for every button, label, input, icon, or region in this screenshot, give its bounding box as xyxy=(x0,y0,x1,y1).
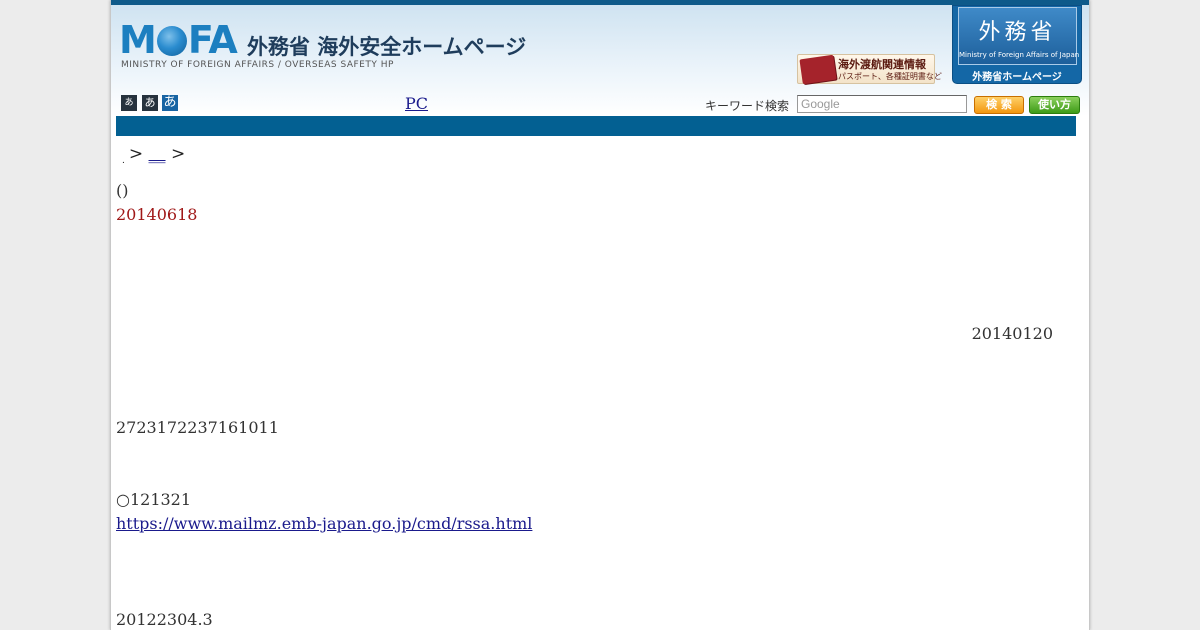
mail-registration-link[interactable]: https://www.mailmz.emb-japan.go.jp/cmd/r… xyxy=(116,514,532,533)
content-number: 2723172237161011 xyxy=(116,418,279,437)
content-circle-line: ○121321 xyxy=(116,490,192,509)
page: M FA 外務省 海外安全ホームページ MINISTRY OF FOREIGN A… xyxy=(110,0,1090,630)
passport-banner-subtitle: パスポート、各種証明書など xyxy=(838,72,942,81)
font-size-small-button[interactable]: あ xyxy=(121,95,137,111)
mofa-badge-emblem: 外務省 Ministry of Foreign Affairs of Japan xyxy=(958,7,1080,65)
breadcrumb-separator: > xyxy=(128,144,144,164)
font-size-medium-button[interactable]: あ xyxy=(142,95,158,111)
passport-info-banner[interactable]: 海外渡航関連情報 パスポート、各種証明書など xyxy=(797,54,942,85)
mofa-badge-caption: 外務省ホームページ xyxy=(972,72,1062,83)
breadcrumb-home-link[interactable]: . xyxy=(122,156,125,166)
content-date-right: 20140120 xyxy=(971,324,1053,343)
breadcrumb-link[interactable]: __ xyxy=(149,144,166,164)
logo-subtitle: MINISTRY OF FOREIGN AFFAIRS / OVERSEAS S… xyxy=(121,60,394,70)
content-paren: () xyxy=(116,181,129,200)
logo-mark-right: FA xyxy=(187,18,238,62)
search-help-button[interactable]: 使い方 xyxy=(1029,96,1080,114)
breadcrumb-separator: > xyxy=(170,144,186,164)
breadcrumb: . > __ > xyxy=(116,144,185,166)
keyword-search-label: キーワード検索 xyxy=(705,99,790,113)
site-logo[interactable]: M FA 外務省 海外安全ホームページ MINISTRY OF FOREIGN A… xyxy=(119,18,526,70)
logo-mark-left: M xyxy=(119,18,157,62)
mofa-badge-kanji: 外務省 xyxy=(978,20,1057,45)
mofa-logo-mark: M FA xyxy=(119,18,238,62)
mofa-badge-english: Ministry of Foreign Affairs of Japan xyxy=(959,51,1080,59)
pc-version-link[interactable]: PC xyxy=(405,94,428,113)
nav-bar xyxy=(116,116,1076,136)
search-button[interactable]: 検 索 xyxy=(974,96,1024,114)
passport-icon xyxy=(799,54,837,85)
logo-title: 外務省 海外安全ホームページ xyxy=(247,35,527,59)
site-header: M FA 外務省 海外安全ホームページ MINISTRY OF FOREIGN A… xyxy=(111,5,1089,116)
content-date: 20140618 xyxy=(116,205,198,224)
passport-banner-title: 海外渡航関連情報 xyxy=(838,58,926,71)
content-last-line: 20122304.3 xyxy=(116,610,213,629)
globe-icon xyxy=(156,26,187,56)
mofa-home-badge[interactable]: 外務省 Ministry of Foreign Affairs of Japan… xyxy=(952,5,1082,84)
search-input[interactable] xyxy=(797,95,967,113)
font-size-large-button[interactable]: あ xyxy=(162,95,178,111)
